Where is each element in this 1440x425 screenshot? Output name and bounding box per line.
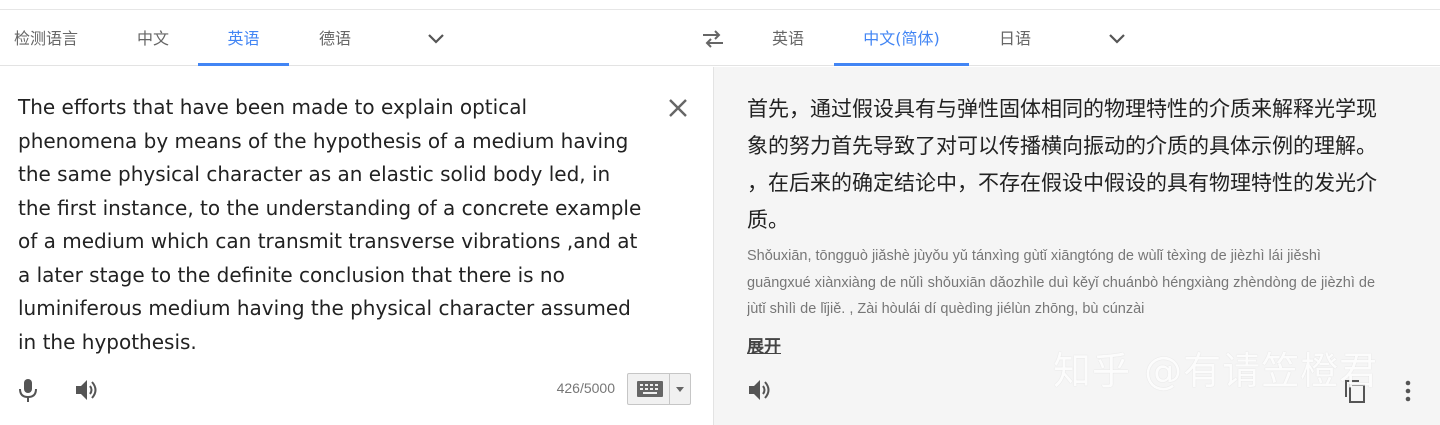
- translation-pane: 首先，通过假设具有与弹性固体相同的物理特性的介质来解释光学现象的努力首先导致了对…: [713, 67, 1440, 425]
- copy-icon: [1345, 380, 1365, 403]
- listen-translation-button[interactable]: [746, 377, 774, 403]
- speaker-icon: [749, 380, 770, 400]
- copy-translation-button[interactable]: [1342, 377, 1368, 405]
- tab-target-english[interactable]: 英语: [762, 11, 814, 66]
- more-vert-icon: [1405, 380, 1411, 402]
- pinyin-transliteration: Shǒuxiān, tōngguò jiǎshè jùyǒu yǔ tánxìn…: [747, 248, 1376, 317]
- keyboard-icon: [637, 381, 663, 397]
- microphone-icon: [19, 379, 37, 402]
- language-tab-bar: 检测语言 中文 英语 德语 英语 中文(简体) 日语: [0, 11, 1440, 66]
- character-counter: 426/5000: [556, 380, 615, 396]
- source-text-input[interactable]: The efforts that have been made to expla…: [18, 91, 648, 359]
- clear-source-button[interactable]: [665, 95, 691, 121]
- chevron-down-icon: [428, 33, 444, 44]
- input-tools-button[interactable]: [627, 373, 691, 405]
- input-tools-divider: [669, 374, 670, 404]
- tab-target-japanese[interactable]: 日语: [990, 11, 1040, 66]
- target-more-languages-button[interactable]: [1102, 11, 1132, 66]
- swap-icon: [703, 29, 723, 48]
- top-strip: [0, 0, 1440, 10]
- tab-detect-language[interactable]: 检测语言: [12, 11, 80, 66]
- expand-link[interactable]: 展开: [747, 332, 781, 357]
- caret-down-icon[interactable]: [676, 387, 684, 392]
- source-pane: The efforts that have been made to expla…: [0, 67, 713, 425]
- listen-source-button[interactable]: [73, 377, 101, 403]
- source-more-languages-button[interactable]: [421, 11, 451, 66]
- close-icon: [669, 99, 687, 117]
- tab-source-chinese[interactable]: 中文: [130, 11, 176, 66]
- voice-input-button[interactable]: [16, 377, 40, 403]
- swap-languages-button[interactable]: [695, 11, 731, 66]
- translated-text: 首先，通过假设具有与弹性固体相同的物理特性的介质来解释光学现象的努力首先导致了对…: [747, 97, 1377, 232]
- more-options-button[interactable]: [1400, 377, 1416, 405]
- speaker-icon: [76, 380, 97, 400]
- tab-source-english[interactable]: 英语: [198, 11, 289, 66]
- tab-source-german[interactable]: 德语: [310, 11, 360, 66]
- chevron-down-icon: [1109, 33, 1125, 44]
- tab-target-chinese-simplified[interactable]: 中文(简体): [834, 11, 969, 66]
